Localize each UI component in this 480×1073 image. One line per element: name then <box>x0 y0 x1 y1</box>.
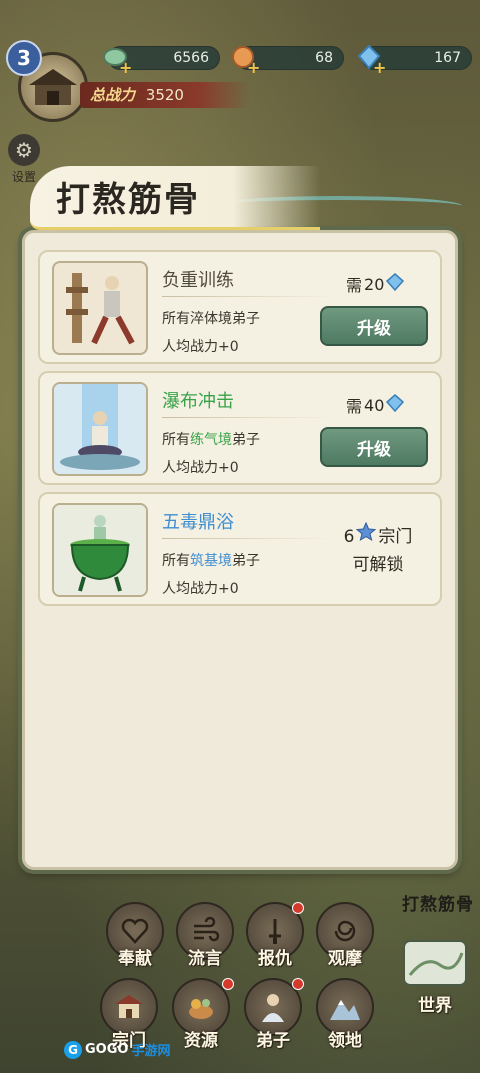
card-requirement: 所有练气境弟子 <box>162 429 260 449</box>
add-crystal-icon[interactable]: + <box>373 57 386 79</box>
nav-label-territory: 领地 <box>328 1031 362 1051</box>
unlock-text: 可解锁 <box>352 555 404 575</box>
training-card: 瀑布冲击 所有练气境弟子 人均战力+0 需 40 升级 <box>38 371 442 485</box>
level-badge: 3 <box>6 40 42 76</box>
divider <box>162 538 332 539</box>
requirement-prefix: 所有 <box>162 311 190 327</box>
nav-label-observe: 观摩 <box>328 949 362 969</box>
notification-dot <box>222 978 234 990</box>
card-name: 负重训练 <box>162 270 234 291</box>
swirl-icon <box>334 920 356 942</box>
requirement-prefix: 所有 <box>162 553 190 569</box>
resource-icon <box>189 999 213 1019</box>
training-card: 五毒鼎浴 所有筑基境弟子 人均战力+0 6 宗门 可解锁 <box>38 492 442 606</box>
wind-icon <box>194 916 220 942</box>
weight-training-image <box>52 261 148 355</box>
card-name: 瀑布冲击 <box>162 391 234 412</box>
top-hud: 3 + 6566 + 68 + 167 总战力 3520 <box>0 0 480 130</box>
upgrade-button[interactable]: 升级 <box>320 306 428 346</box>
cost-prefix: 需 <box>346 276 363 295</box>
jade-value: 6566 <box>173 50 209 66</box>
training-card: 负重训练 所有淬体境弟子 人均战力+0 需 20 升级 <box>38 250 442 364</box>
crystal-icon <box>386 394 405 416</box>
temple-icon <box>115 995 143 1018</box>
nav-label-world: 世界 <box>418 996 452 1016</box>
card-requirement: 所有筑基境弟子 <box>162 550 260 570</box>
divider <box>162 296 332 297</box>
add-peach-icon[interactable]: + <box>247 57 260 79</box>
mountain-icon <box>330 1000 360 1020</box>
waterfall-training-image <box>52 382 148 476</box>
watermark-prefix: GOGO <box>85 1042 129 1057</box>
upgrade-button[interactable]: 升级 <box>320 427 428 467</box>
requirement-realm: 筑基境 <box>190 553 232 569</box>
currency-crystal[interactable]: + 167 <box>357 44 472 77</box>
gear-icon: ⚙ <box>8 134 40 166</box>
crystal-value: 167 <box>434 50 461 66</box>
card-name: 五毒鼎浴 <box>162 512 234 533</box>
world-button[interactable]: 世界 <box>396 935 474 1025</box>
add-jade-icon[interactable]: + <box>119 57 132 79</box>
divider <box>162 417 332 418</box>
side-menu-label[interactable]: 打熬筋骨 <box>402 890 474 915</box>
upgrade-cost: 需 20 <box>346 272 405 296</box>
poison-cauldron-image <box>52 503 148 597</box>
disciple-icon <box>262 994 284 1022</box>
site-watermark: G GOGO 手游网 <box>64 1040 170 1059</box>
unlock-requirement: 6 宗门 可解锁 <box>330 521 426 579</box>
card-requirement: 所有淬体境弟子 <box>162 308 260 328</box>
requirement-prefix: 所有 <box>162 432 190 448</box>
power-label: 总战力 <box>90 86 136 104</box>
unlock-level: 6 <box>343 526 355 547</box>
upgrade-cost: 需 40 <box>346 393 405 417</box>
requirement-suffix: 弟子 <box>232 432 260 448</box>
requirement-suffix: 弟子 <box>232 553 260 569</box>
peach-value: 68 <box>315 50 333 66</box>
settings-button[interactable]: ⚙ 设置 <box>6 134 42 186</box>
nav-label-resources: 资源 <box>184 1031 218 1051</box>
card-power-bonus: 人均战力+0 <box>162 460 239 476</box>
watermark-suffix: 手游网 <box>131 1044 171 1059</box>
star-icon <box>356 521 377 551</box>
requirement-realm: 练气境 <box>190 432 232 448</box>
cost-prefix: 需 <box>346 397 363 416</box>
crystal-icon <box>386 273 405 295</box>
notification-dot <box>292 978 304 990</box>
total-power: 总战力 3520 <box>80 82 250 108</box>
heart-icon <box>121 918 149 944</box>
nav-label-disciples: 弟子 <box>256 1031 290 1051</box>
dialog-title: 打熬筋骨 <box>56 180 200 220</box>
unlock-unit: 宗门 <box>378 526 413 547</box>
nav-label-donate: 奉献 <box>118 949 152 969</box>
cost-value: 20 <box>364 274 385 294</box>
world-map-icon <box>403 940 467 986</box>
sword-icon <box>269 919 281 944</box>
card-power-bonus: 人均战力+0 <box>162 581 239 597</box>
currency-peach[interactable]: + 68 <box>232 46 344 77</box>
nav-label-revenge: 报仇 <box>258 949 292 969</box>
currency-jade[interactable]: + 6566 <box>103 46 220 77</box>
requirement-realm: 淬体境弟子 <box>190 311 260 327</box>
card-power-bonus: 人均战力+0 <box>162 339 239 355</box>
power-value: 3520 <box>145 86 184 104</box>
watermark-logo-icon: G <box>64 1040 82 1059</box>
nav-label-rumor: 流言 <box>188 949 222 969</box>
notification-dot <box>292 902 304 914</box>
cost-value: 40 <box>364 395 385 415</box>
